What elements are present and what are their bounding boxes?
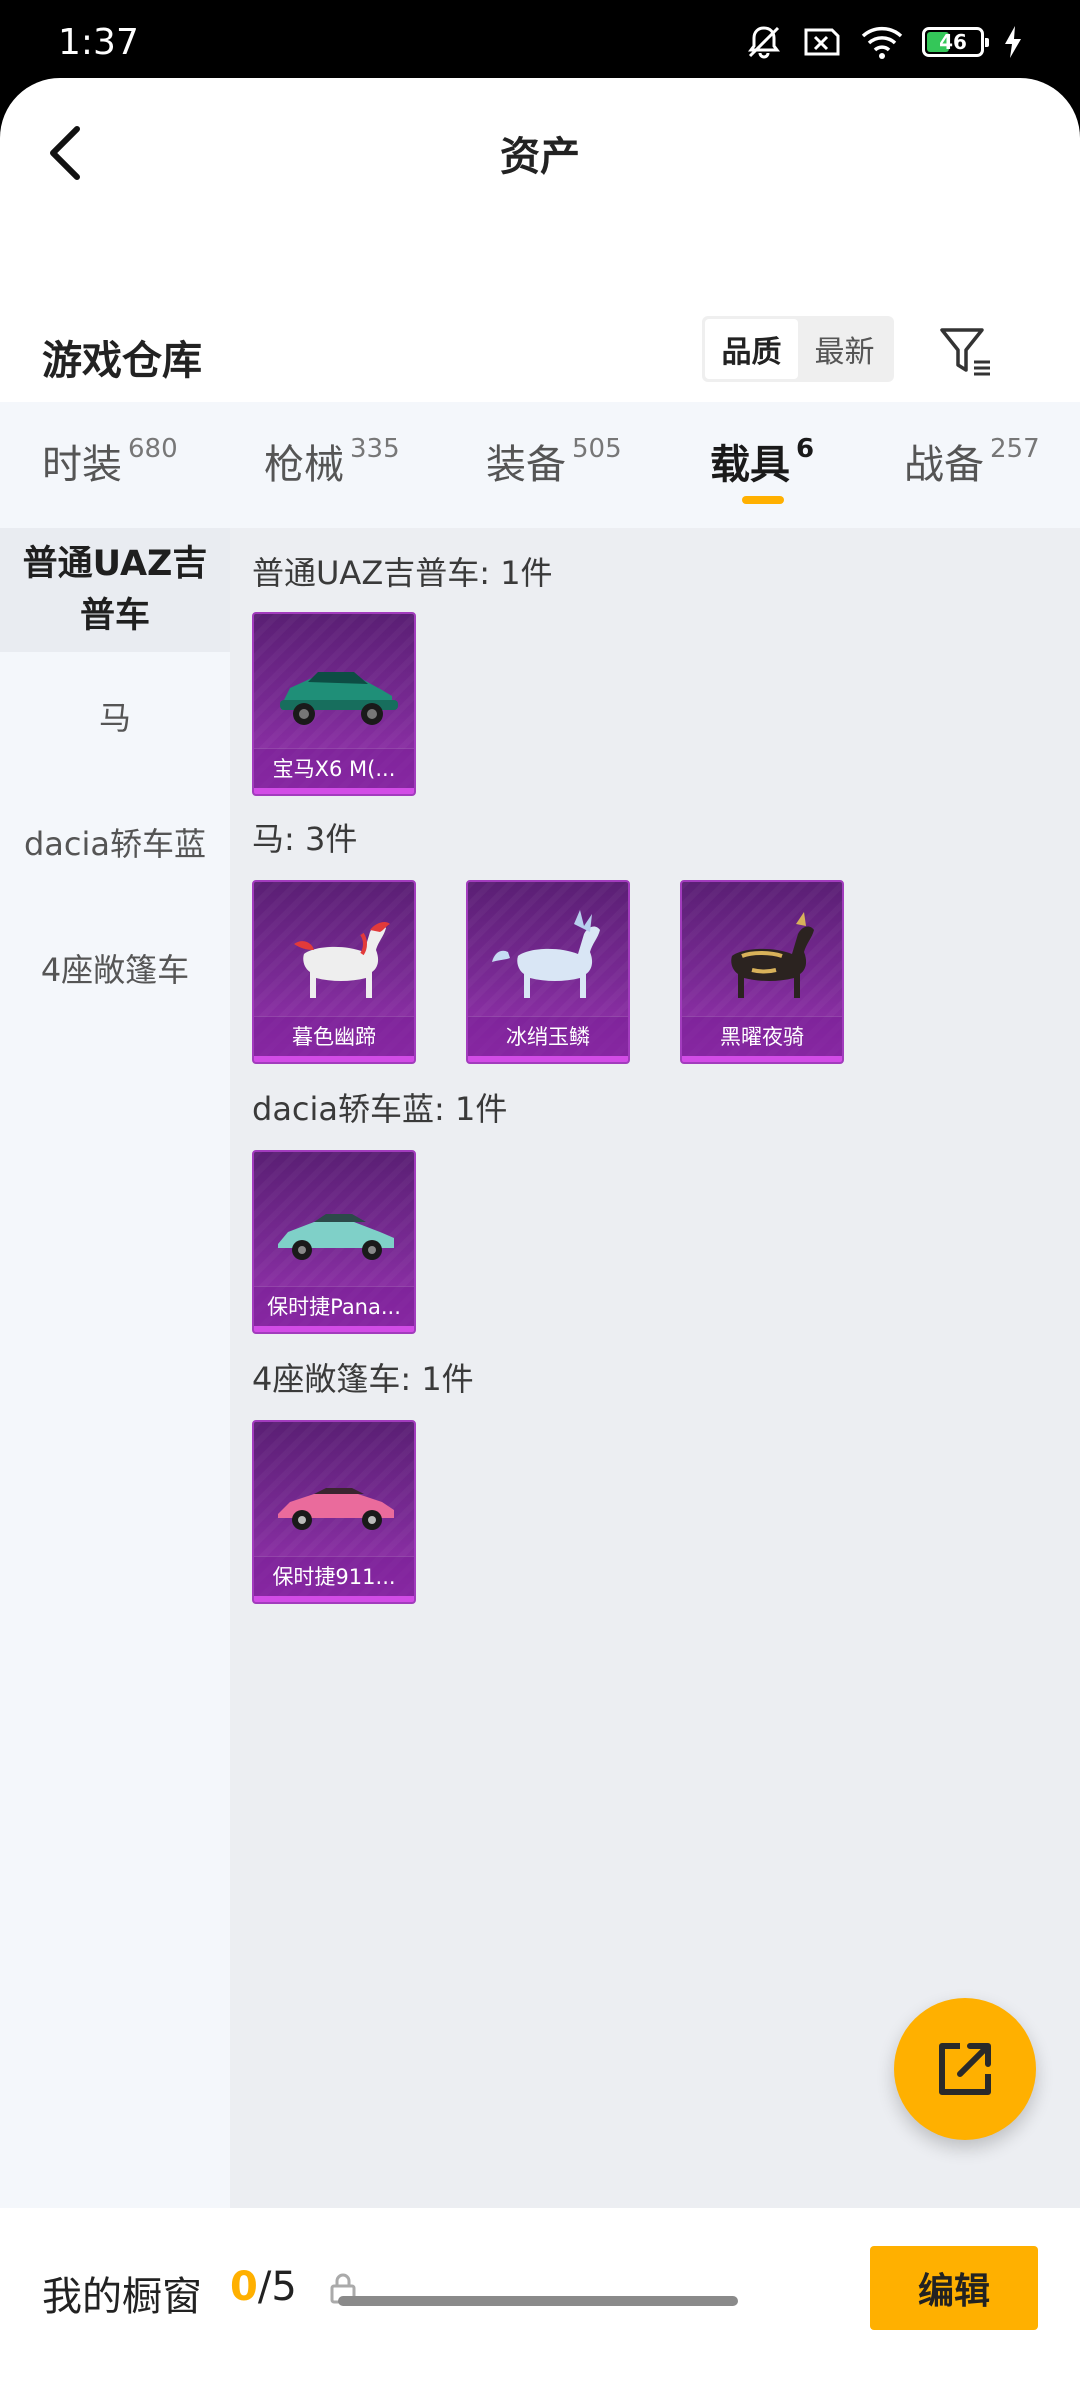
sort-newest-option[interactable]: 最新 xyxy=(798,319,891,379)
red-white-horse-icon xyxy=(294,922,390,998)
showcase-separator: / xyxy=(257,2264,272,2310)
status-icons: 46 xyxy=(744,22,1024,62)
sidebar-item-horse[interactable]: 马 xyxy=(0,688,230,748)
status-bar: 1:37 46 xyxy=(0,0,1080,78)
sidebar-item-uaz-jeep[interactable]: 普通UAZ吉普车 xyxy=(0,528,230,652)
tab-combat-gear[interactable]: 战备 257 xyxy=(904,432,1040,502)
item-name: 保时捷911... xyxy=(254,1556,414,1596)
ice-horse-icon xyxy=(492,910,600,998)
sort-toggle: 品质 最新 xyxy=(702,316,894,382)
item-card[interactable]: 暮色幽蹄 xyxy=(252,880,416,1064)
black-gold-horse-icon xyxy=(731,912,814,998)
sim-x-icon xyxy=(802,22,842,62)
warehouse-header: 游戏仓库 品质 最新 xyxy=(0,308,1080,408)
battery-level: 46 xyxy=(939,30,967,54)
sidebar-item-convertible[interactable]: 4座敞篷车 xyxy=(0,940,230,1000)
item-name: 宝马X6 M(... xyxy=(254,748,414,788)
tab-count: 335 xyxy=(350,434,400,464)
nav-bar: 资产 xyxy=(0,78,1080,228)
status-time: 1:37 xyxy=(58,22,139,63)
page-title: 资产 xyxy=(500,134,580,180)
tab-firearms[interactable]: 枪械 335 xyxy=(264,432,400,502)
item-name: 保时捷Pana... xyxy=(254,1286,414,1326)
teal-sedan-icon xyxy=(278,1214,394,1260)
tab-label: 战备 xyxy=(904,442,984,488)
asset-sheet: 资产 游戏仓库 品质 最新 时装 680 枪械 335 装备 505 载具 6 … xyxy=(0,78,1080,2400)
tab-label: 时装 xyxy=(42,442,122,488)
share-button[interactable] xyxy=(894,1998,1036,2140)
charging-icon xyxy=(1002,24,1024,60)
vehicle-sidebar: 普通UAZ吉普车 马 dacia轿车蓝 4座敞篷车 xyxy=(0,528,230,2208)
active-tab-indicator xyxy=(742,496,784,504)
group-title: 马: 3件 xyxy=(252,820,358,858)
tab-equipment[interactable]: 装备 505 xyxy=(486,432,622,502)
showcase-total: 5 xyxy=(271,2264,297,2310)
tab-count: 505 xyxy=(572,434,622,464)
mute-bell-icon xyxy=(744,22,784,62)
category-tabs: 时装 680 枪械 335 装备 505 载具 6 战备 257 xyxy=(0,402,1080,528)
vehicle-list: 普通UAZ吉普车: 1件 宝马X6 M(... 马: 3件 暮色幽蹄 冰绡玉鳞 … xyxy=(230,528,1080,2208)
warehouse-title: 游戏仓库 xyxy=(42,338,202,384)
pink-sportscar-icon xyxy=(278,1488,394,1530)
tab-label: 装备 xyxy=(486,442,566,488)
sidebar-item-dacia-sedan[interactable]: dacia轿车蓝 xyxy=(0,814,230,874)
sort-quality-option[interactable]: 品质 xyxy=(705,319,798,379)
battery-icon: 46 xyxy=(922,27,989,57)
tab-count: 680 xyxy=(128,434,178,464)
edit-button[interactable]: 编辑 xyxy=(870,2246,1038,2330)
tab-count: 6 xyxy=(796,434,815,464)
wifi-icon xyxy=(860,22,904,62)
item-card[interactable]: 宝马X6 M(... xyxy=(252,612,416,796)
group-title: 4座敞篷车: 1件 xyxy=(252,1360,474,1398)
group-title: dacia轿车蓝: 1件 xyxy=(252,1090,508,1128)
item-name: 黑曜夜骑 xyxy=(682,1016,842,1056)
item-card[interactable]: 黑曜夜骑 xyxy=(680,880,844,1064)
tab-fashion[interactable]: 时装 680 xyxy=(42,432,178,502)
tab-vehicles[interactable]: 载具 6 xyxy=(710,432,814,502)
filter-list-icon xyxy=(940,328,990,376)
item-card[interactable]: 保时捷Pana... xyxy=(252,1150,416,1334)
tab-label: 载具 xyxy=(710,442,790,488)
showcase-label: 我的橱窗 xyxy=(42,2274,202,2320)
item-name: 暮色幽蹄 xyxy=(254,1016,414,1056)
showcase-used: 0 xyxy=(230,2264,258,2310)
item-name: 冰绡玉鳞 xyxy=(468,1016,628,1056)
green-suv-icon xyxy=(280,672,398,725)
item-card[interactable]: 保时捷911... xyxy=(252,1420,416,1604)
tab-count: 257 xyxy=(990,434,1040,464)
share-external-icon xyxy=(939,2043,991,2095)
tab-label: 枪械 xyxy=(264,442,344,488)
showcase-count: 0/5 xyxy=(230,2264,297,2310)
group-title: 普通UAZ吉普车: 1件 xyxy=(252,554,553,592)
item-card[interactable]: 冰绡玉鳞 xyxy=(466,880,630,1064)
filter-button[interactable] xyxy=(934,320,998,384)
home-indicator[interactable] xyxy=(338,2296,738,2306)
